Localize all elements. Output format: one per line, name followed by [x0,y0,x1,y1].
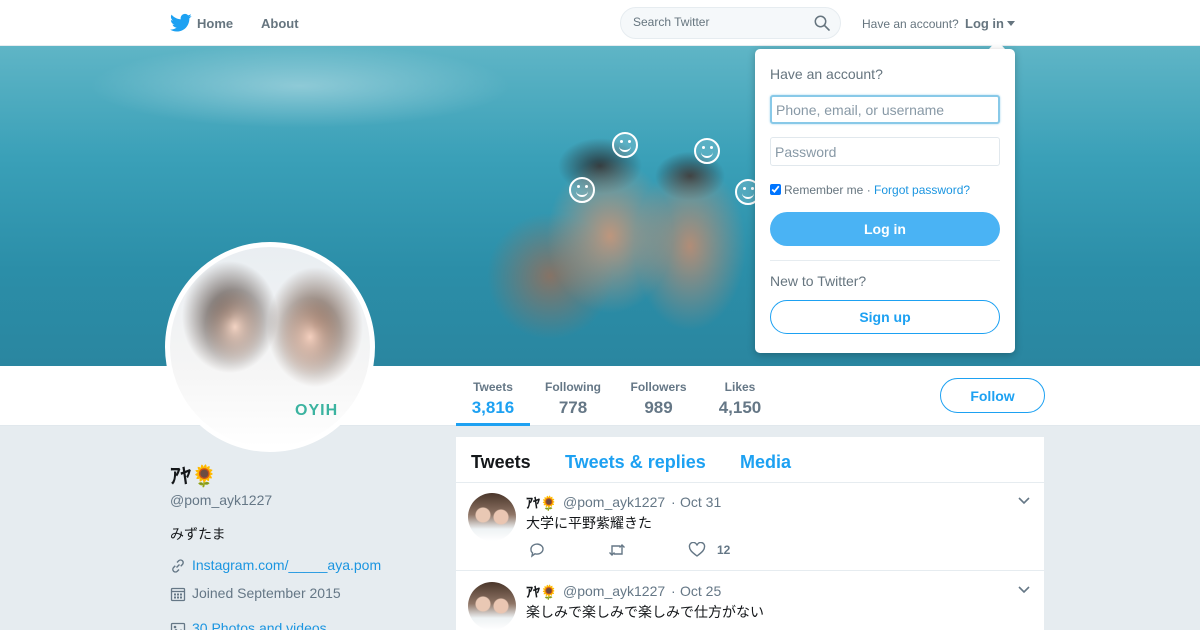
like-count: 12 [717,543,731,557]
top-nav: Home About Have an account? Log in [0,0,1200,46]
forgot-password-link[interactable]: Forgot password? [874,183,970,197]
tweet-date[interactable]: Oct 31 [680,494,721,510]
follow-button[interactable]: Follow [940,378,1045,413]
tweet-author-name[interactable]: ｱﾔ🌻 [526,493,557,513]
search-icon[interactable] [814,15,830,31]
chevron-down-icon[interactable] [1018,586,1030,594]
tweet-avatar[interactable] [468,493,516,541]
caret-down-icon[interactable] [1007,21,1015,26]
photos-icon [170,622,186,630]
smiley-face-icon [612,132,638,158]
stat-value: 4,150 [718,398,762,417]
stat-value: 3,816 [471,398,515,417]
heart-icon[interactable] [688,542,706,558]
stat-following[interactable]: Following 778 [545,380,601,418]
chevron-down-icon[interactable] [1018,497,1030,505]
website-link[interactable]: Instagram.com/_____aya.pom [192,557,381,573]
signup-button[interactable]: Sign up [770,300,1000,334]
tweet-separator: · [671,494,676,510]
login-button[interactable]: Log in [770,212,1000,246]
search-box[interactable] [620,7,841,39]
login-dropdown: Have an account? Remember me · Forgot pa… [755,49,1015,353]
calendar-icon [170,587,186,602]
remember-label[interactable]: Remember me [784,183,863,197]
remember-checkbox[interactable] [770,184,781,195]
nav-home-link[interactable]: Home [197,16,233,31]
timeline-tabs: Tweets Tweets & replies Media [456,437,1044,483]
tweet[interactable]: ｱﾔ🌻 @pom_ayk1227 · Oct 25 楽しみで楽しみで楽しみで仕方… [456,572,1044,630]
stat-value: 778 [558,398,588,417]
tweet-text: 大学に平野紫耀きた [526,515,652,531]
media-link[interactable]: 30 Photos and videos [192,620,327,630]
active-stat-underline [456,423,530,426]
new-to-twitter-text: New to Twitter? [770,273,867,289]
reply-icon[interactable] [528,542,546,558]
tab-media[interactable]: Media [740,452,791,473]
smiley-face-icon [694,138,720,164]
remember-separator: · [863,183,875,197]
have-account-text: Have an account? [862,17,959,31]
profile-bio: みずたま [170,526,226,542]
twitter-bird-icon[interactable] [170,13,192,33]
stat-likes[interactable]: Likes 4,150 [717,380,763,418]
profile-avatar[interactable]: OYIH [165,242,375,452]
tweet[interactable]: ｱﾔ🌻 @pom_ayk1227 · Oct 31 大学に平野紫耀きた 12 [456,483,1044,571]
search-input[interactable] [633,15,808,29]
retweet-icon[interactable] [608,542,626,558]
tweet-author-handle[interactable]: @pom_ayk1227 [563,494,665,510]
login-dropdown-title: Have an account? [770,66,883,82]
tweet-text: 楽しみで楽しみで楽しみで仕方がない [526,604,764,620]
tweet-author-handle[interactable]: @pom_ayk1227 [563,583,665,599]
tweet-avatar[interactable] [468,582,516,630]
password-field[interactable] [770,137,1000,166]
smiley-face-icon [569,177,595,203]
stat-tweets[interactable]: Tweets 3,816 [470,380,516,418]
stat-label: Following [545,380,601,394]
username-field[interactable] [770,95,1000,124]
profile-name: ｱﾔ🌻 [170,465,218,488]
stat-value: 989 [644,398,673,417]
tab-tweets-replies[interactable]: Tweets & replies [565,452,706,473]
stat-label: Followers [630,380,687,394]
tweet-author-name[interactable]: ｱﾔ🌻 [526,582,557,602]
dropdown-divider [770,260,1000,261]
tweet-date[interactable]: Oct 25 [680,583,721,599]
profile-handle[interactable]: @pom_ayk1227 [170,492,272,508]
avatar-shirt-text: OYIH [295,402,339,419]
login-menu-toggle[interactable]: Log in [965,16,1004,31]
stat-label: Tweets [473,380,513,394]
stat-followers[interactable]: Followers 989 [630,380,687,418]
stat-label: Likes [724,380,756,394]
remember-row: Remember me · Forgot password? [770,183,970,197]
tweet-separator: · [671,583,676,599]
joined-date: Joined September 2015 [192,585,341,601]
nav-about-link[interactable]: About [261,16,299,31]
timeline: Tweets Tweets & replies Media ｱﾔ🌻 @pom_a… [456,437,1044,630]
tab-tweets[interactable]: Tweets [471,452,531,473]
link-icon [172,559,184,573]
dropdown-arrow [989,40,1005,49]
